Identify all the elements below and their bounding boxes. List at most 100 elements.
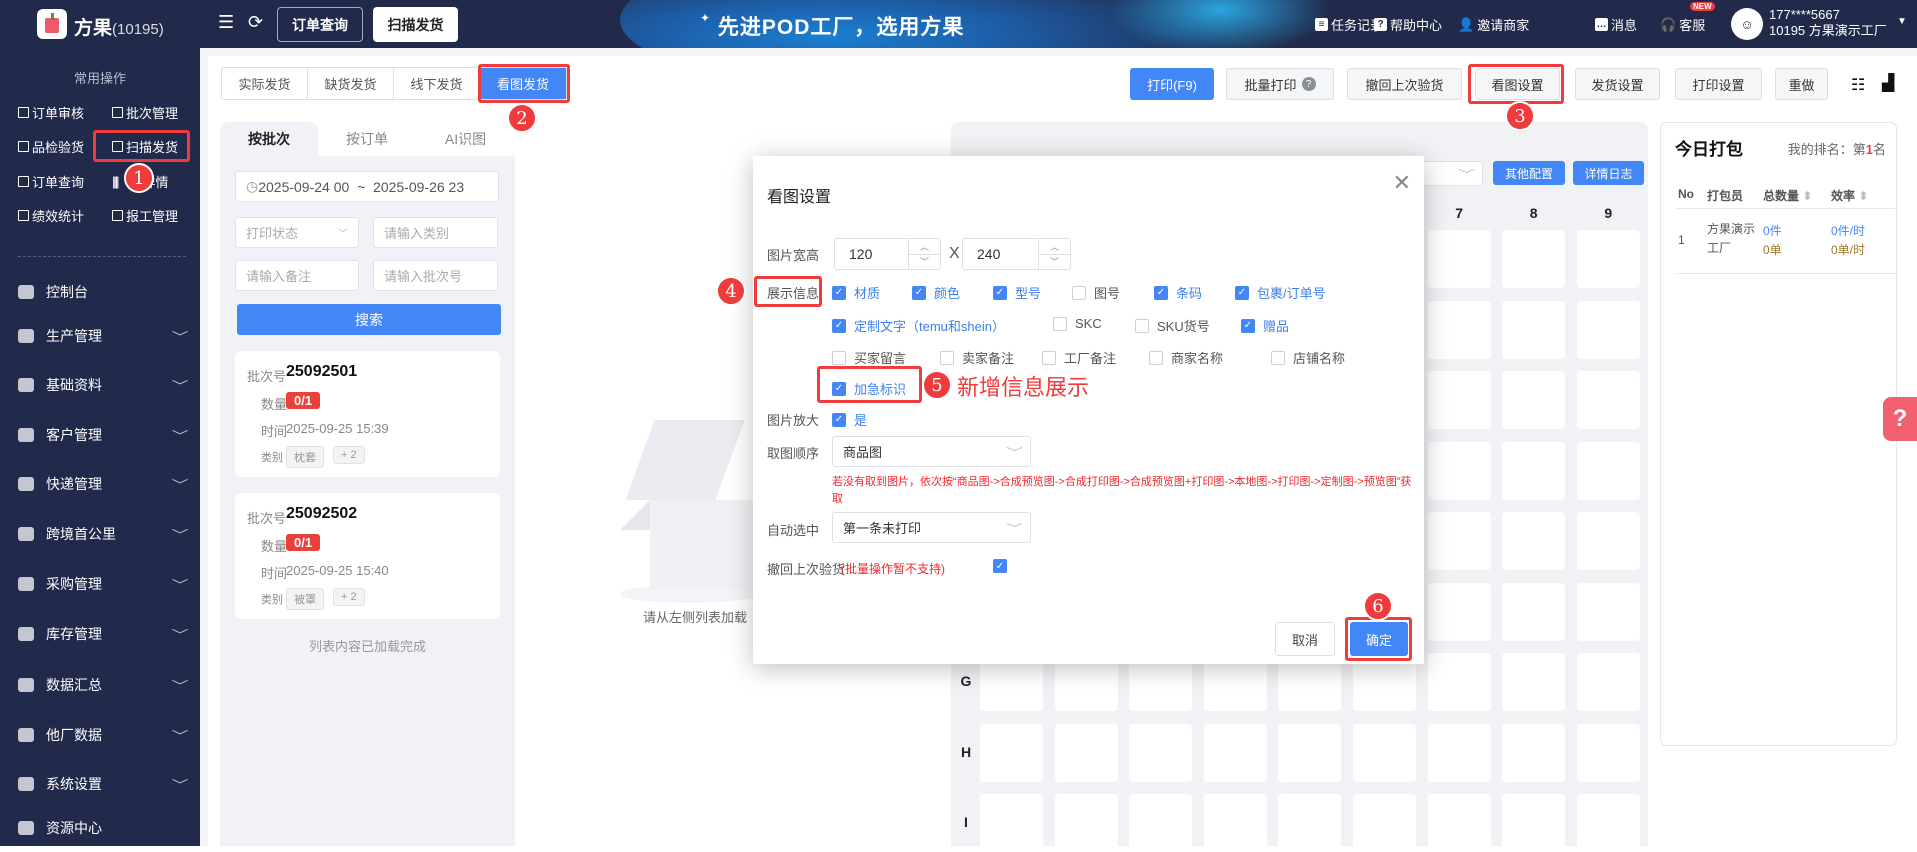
other-config-button[interactable]: 其他配置 [1493, 161, 1565, 185]
remark-input[interactable]: 请输入备注 [235, 260, 359, 291]
bar-chart-icon[interactable]: ▟ [1882, 73, 1894, 93]
refresh-icon[interactable]: ⟳ [248, 12, 263, 33]
option-checkbox[interactable]: 工厂备注 [1042, 348, 1116, 367]
sidebar-item-other-factory[interactable]: 他厂数据 ﹀ [18, 720, 188, 750]
messages-link[interactable]: … 消息 [1595, 15, 1637, 34]
category-input[interactable]: 请输入类别 [373, 217, 498, 248]
grid-slot-G9[interactable] [1576, 653, 1640, 711]
option-checkbox[interactable]: ✓ 定制文字（temu和shein） [832, 316, 1005, 335]
grid-slot-C7[interactable] [1427, 371, 1491, 429]
tab-by-order[interactable]: 按订单 [318, 122, 416, 156]
auto-select-dropdown[interactable]: 第一条未打印 ﹀ [832, 512, 1031, 543]
grid-slot-B7[interactable] [1427, 300, 1491, 359]
detail-log-button[interactable]: 详情日志 [1573, 161, 1644, 185]
grid-slot-A7[interactable] [1427, 230, 1491, 288]
quick-quality-check[interactable]: 品检验货 [18, 137, 84, 156]
avatar[interactable]: ☺ [1731, 8, 1763, 40]
batch-card[interactable]: 批次号 25092501 数量 0/1 时间 2025-09-25 15:39 类别枕… [235, 351, 500, 477]
grid-slot-H7[interactable] [1427, 723, 1491, 782]
grid-slot-H3[interactable] [1129, 723, 1193, 782]
decrement-icon[interactable]: ﹀ [909, 253, 940, 270]
quick-performance[interactable]: 绩效统计 [18, 206, 84, 225]
option-checkbox[interactable]: 卖家备注 [940, 348, 1014, 367]
sidebar-item-resources[interactable]: 资源中心 [18, 813, 186, 843]
grid-slot-B9[interactable] [1576, 300, 1640, 359]
grid-slot-E7[interactable] [1427, 512, 1491, 570]
grid-slot-I7[interactable] [1427, 794, 1491, 852]
grid-slot-F9[interactable] [1576, 582, 1640, 641]
grid-slot-I3[interactable] [1129, 794, 1193, 852]
grid-slot-H9[interactable] [1576, 723, 1640, 782]
option-checkbox[interactable]: SKU货号 [1135, 316, 1210, 335]
sidebar-item-data-summary[interactable]: 数据汇总 ﹀ [18, 670, 188, 700]
option-checkbox[interactable]: SKC [1053, 316, 1102, 331]
user-info[interactable]: 177****5667 10195 方果演示工厂 [1769, 7, 1887, 39]
grid-slot-H6[interactable] [1353, 723, 1416, 782]
sidebar-item-cross-border[interactable]: 跨境首公里 ﹀ [18, 519, 188, 549]
cancel-button[interactable]: 取消 [1275, 622, 1335, 656]
quick-order-query[interactable]: 订单查询 [18, 172, 84, 191]
grid-slot-D7[interactable] [1427, 441, 1491, 500]
option-checkbox[interactable]: ✓ 材质 [832, 283, 880, 302]
grid-slot-A9[interactable] [1576, 230, 1640, 288]
tab-scan-ship[interactable]: 扫描发货 [373, 7, 458, 42]
grid-slot-D9[interactable] [1576, 441, 1640, 500]
sidebar-item-dashboard[interactable]: 控制台 [18, 277, 186, 307]
grid-slot-I6[interactable] [1353, 794, 1416, 852]
grid-slot-H4[interactable] [1203, 723, 1267, 782]
menu-toggle-icon[interactable]: ☰ [218, 12, 234, 33]
print-status-select[interactable]: 打印状态 ﹀ [235, 217, 359, 248]
option-checkbox[interactable]: 图号 [1072, 283, 1120, 302]
grid-slot-E9[interactable] [1576, 512, 1640, 570]
grid-slot-A8[interactable] [1502, 230, 1566, 288]
grid-slot-B8[interactable] [1502, 300, 1566, 359]
task-log-link[interactable]: ≡ 任务记录 [1315, 15, 1383, 34]
print-button[interactable]: 打印(F9) [1130, 68, 1214, 100]
tab-ai-recognition[interactable]: AI识图 [416, 122, 515, 156]
option-checkbox[interactable]: 店铺名称 [1271, 348, 1345, 367]
grid-slot-H2[interactable] [1054, 723, 1118, 782]
list-view-icon[interactable]: ☷ [1851, 75, 1865, 95]
grid-slot-I1[interactable] [980, 794, 1043, 852]
option-checkbox[interactable]: ✓ 赠品 [1241, 316, 1289, 335]
invite-merchant-link[interactable]: 👤 邀请商家 [1458, 15, 1529, 34]
batch-print-button[interactable]: 批量打印? [1226, 68, 1334, 100]
option-checkbox[interactable]: ✓ 包裹/订单号 [1235, 283, 1326, 302]
quick-batch-manage[interactable]: 批次管理 [112, 103, 178, 122]
option-checkbox[interactable]: ✓ 型号 [993, 283, 1041, 302]
grid-slot-I8[interactable] [1502, 794, 1566, 852]
grid-slot-H8[interactable] [1502, 723, 1566, 782]
option-checkbox[interactable]: ✓ 条码 [1154, 283, 1202, 302]
sidebar-item-basic-data[interactable]: 基础资料 ﹀ [18, 370, 188, 400]
decrement-icon[interactable]: ﹀ [1039, 253, 1070, 270]
grid-slot-H5[interactable] [1278, 723, 1342, 782]
sort-efficiency[interactable]: 效率 ⬍ [1831, 187, 1868, 204]
height-stepper[interactable]: 240 ︿ ﹀ [962, 238, 1071, 270]
sidebar-item-system-settings[interactable]: 系统设置 ﹀ [18, 769, 188, 799]
sort-total[interactable]: 总数量 ⬍ [1763, 187, 1812, 204]
help-center-link[interactable]: ? 帮助中心 [1374, 15, 1442, 34]
print-settings-button[interactable]: 打印设置 [1675, 68, 1762, 100]
customer-service-link[interactable]: 🎧 客服 [1660, 15, 1705, 34]
tab-offline-ship[interactable]: 线下发货 [394, 68, 480, 99]
grid-slot-F8[interactable] [1502, 582, 1566, 641]
grid-slot-F7[interactable] [1427, 582, 1491, 641]
tab-shortage-ship[interactable]: 缺货发货 [308, 68, 394, 99]
zoom-checkbox[interactable]: ✓ 是 [832, 410, 867, 429]
option-checkbox[interactable]: 商家名称 [1149, 348, 1223, 367]
grid-slot-C9[interactable] [1576, 371, 1640, 429]
tab-by-batch[interactable]: 按批次 [220, 122, 318, 156]
close-icon[interactable]: ✕ [1393, 170, 1411, 196]
sidebar-item-customers[interactable]: 客户管理 ﹀ [18, 420, 188, 450]
width-stepper[interactable]: 120 ︿ ﹀ [834, 238, 941, 270]
quick-work-report[interactable]: 报工管理 [112, 206, 178, 225]
increment-icon[interactable]: ︿ [909, 239, 940, 254]
grid-slot-D8[interactable] [1502, 441, 1566, 500]
quick-order-review[interactable]: 订单审核 [18, 103, 84, 122]
image-order-select[interactable]: 商品图 ﹀ [832, 436, 1031, 467]
undo-check-checkbox[interactable]: ✓ [993, 559, 1007, 573]
grid-slot-H1[interactable] [980, 723, 1043, 782]
ship-settings-button[interactable]: 发货设置 [1575, 68, 1660, 100]
grid-slot-G7[interactable] [1427, 653, 1491, 711]
grid-slot-I4[interactable] [1203, 794, 1267, 852]
